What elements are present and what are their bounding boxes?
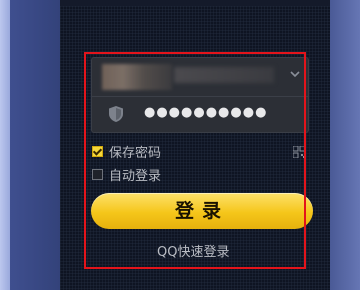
- panel-top-strip: [60, 0, 330, 6]
- left-frame: [10, 0, 60, 290]
- right-frame: [330, 0, 360, 290]
- left-bezel: [0, 0, 10, 290]
- red-highlight-box: [84, 52, 306, 269]
